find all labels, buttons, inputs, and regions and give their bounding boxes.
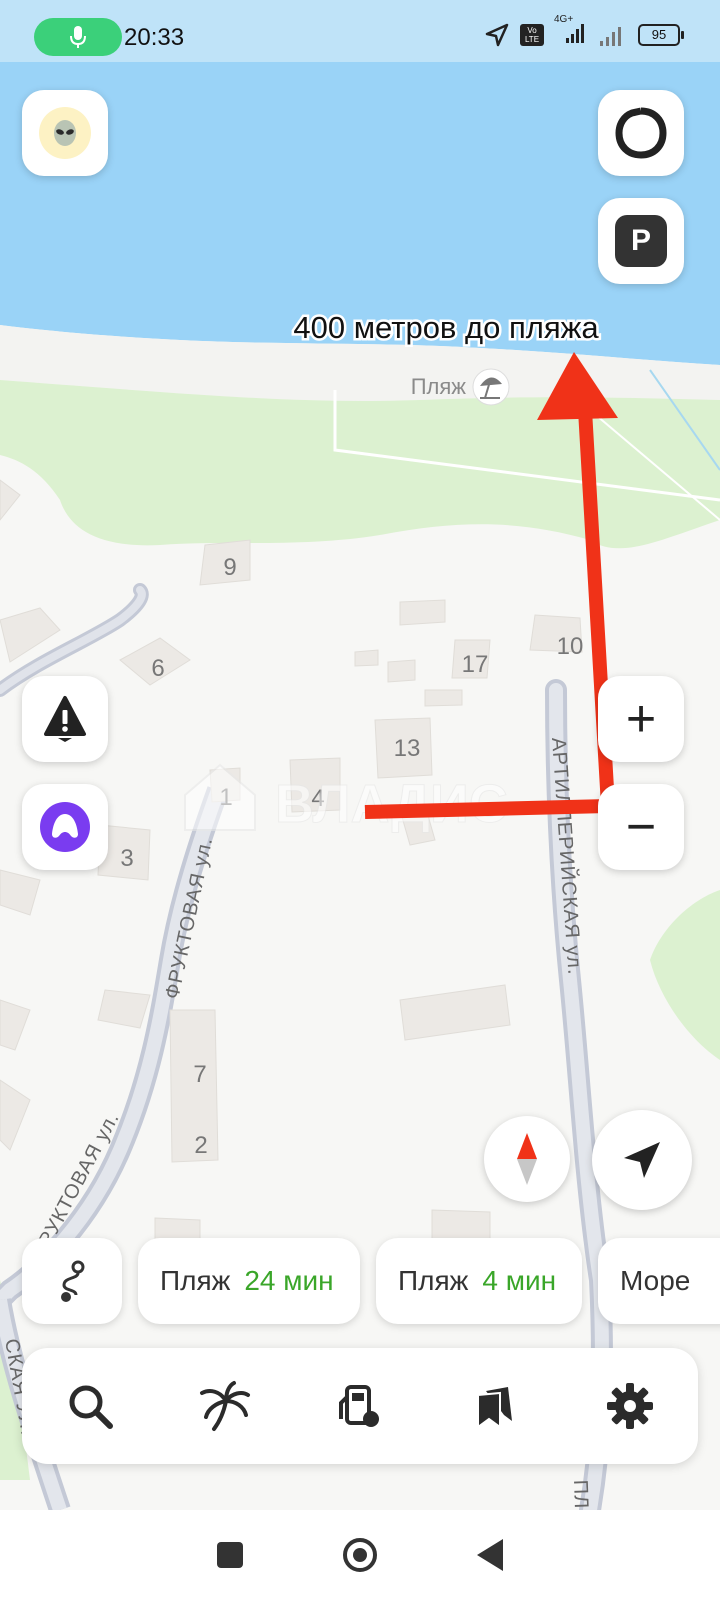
house-number: 7: [193, 1061, 206, 1088]
volte-icon: Vo LTE: [520, 23, 544, 46]
chip-time: 4 мин: [482, 1265, 557, 1296]
house-number: 3: [120, 845, 133, 872]
alien-avatar-icon: [39, 107, 91, 159]
my-location-button[interactable]: [592, 1110, 692, 1210]
alice-assistant-button[interactable]: [22, 784, 108, 870]
parking-button[interactable]: P: [598, 198, 684, 284]
chip-label: Пляж: [160, 1265, 231, 1296]
zoom-out-button[interactable]: −: [598, 784, 684, 870]
back-button[interactable]: [477, 1539, 503, 1571]
location-arrow-icon: [485, 23, 509, 46]
watermark-logo: ВЛАДИС: [184, 763, 508, 835]
status-bar: 20:33 Vo LTE 4G+ 95: [0, 0, 720, 62]
house-number: 6: [151, 655, 164, 682]
route-icon: [61, 1260, 85, 1302]
route-suggestions: Пляж 24 мин Пляж 4 мин Море: [22, 1238, 720, 1328]
beach-poi-label: Пляж: [411, 374, 467, 399]
suggestion-chip[interactable]: Пляж 24 мин: [138, 1238, 360, 1324]
house-number: 10: [557, 633, 584, 660]
house-number: 9: [223, 554, 236, 581]
distance-annotation: 400 метров до пляжа: [293, 310, 599, 345]
street-label: ПЛЕ: [569, 1479, 593, 1510]
profile-button[interactable]: [22, 90, 108, 176]
cell-signal-icon: [600, 26, 621, 46]
recents-button[interactable]: [217, 1542, 243, 1568]
system-navigation-bar: [0, 1510, 720, 1600]
microphone-icon: [70, 26, 86, 48]
battery-icon: 95: [638, 23, 684, 46]
cell-signal-4g-icon: 4G+: [554, 14, 588, 49]
parking-icon: P: [615, 215, 667, 267]
palm-tree-icon: [199, 1381, 250, 1431]
alice-ring-icon: [615, 107, 667, 159]
search-button[interactable]: [50, 1366, 130, 1446]
road-event-button[interactable]: [22, 676, 108, 762]
alice-icon: [40, 802, 90, 852]
bookmarks-icon: [477, 1387, 513, 1429]
fuel-station-icon: [338, 1385, 379, 1427]
chip-time: 24 мин: [244, 1265, 334, 1296]
places-button[interactable]: [185, 1366, 265, 1446]
suggestion-chip[interactable]: Пляж 4 мин: [376, 1238, 582, 1324]
minus-icon: −: [625, 798, 657, 856]
plus-icon: +: [625, 690, 657, 748]
clock: 20:33: [124, 24, 185, 51]
fuel-button[interactable]: [320, 1366, 400, 1446]
route-variants-button[interactable]: [22, 1238, 122, 1324]
suggestion-chip[interactable]: Море: [598, 1238, 720, 1324]
bookmarks-button[interactable]: [455, 1366, 535, 1446]
settings-button[interactable]: [590, 1366, 670, 1446]
navigation-arrow-icon: [624, 1142, 660, 1178]
house-number: 17: [462, 651, 489, 678]
house-number: 13: [394, 735, 421, 762]
search-icon: [69, 1385, 113, 1429]
warning-icon: [44, 696, 86, 742]
home-button[interactable]: [343, 1538, 377, 1572]
compass-button[interactable]: [484, 1116, 570, 1202]
chip-label: Пляж: [398, 1265, 469, 1296]
compass-icon: [517, 1133, 537, 1185]
zoom-in-button[interactable]: +: [598, 676, 684, 762]
microphone-indicator[interactable]: [34, 18, 122, 56]
chip-label: Море: [620, 1265, 691, 1296]
house-number: 2: [194, 1132, 207, 1159]
beach-umbrella-icon[interactable]: [472, 368, 510, 406]
bottom-toolbar: [22, 1348, 698, 1464]
alice-ring-button[interactable]: [598, 90, 684, 176]
park-area: [0, 380, 720, 549]
settings-icon: [607, 1383, 654, 1429]
